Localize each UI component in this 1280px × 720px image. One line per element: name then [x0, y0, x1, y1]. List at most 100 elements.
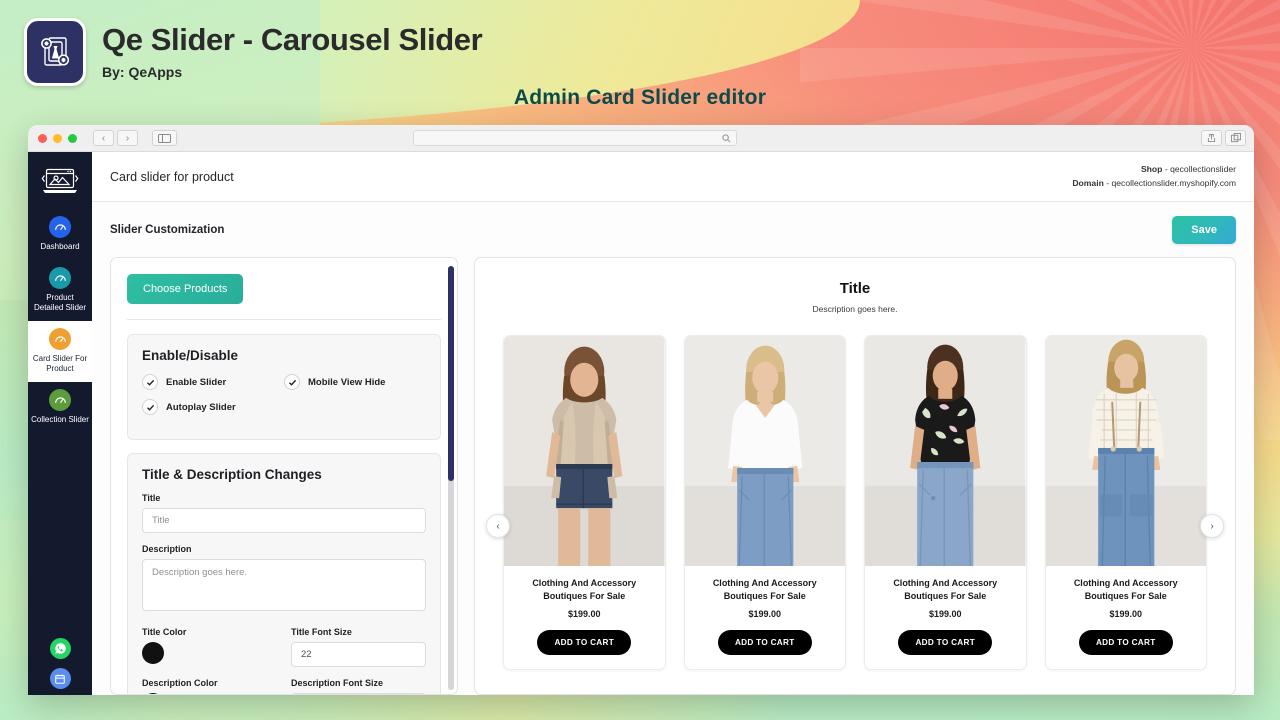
title-font-size-input[interactable]	[291, 642, 426, 667]
sidebar-item-label: Card Slider For Product	[32, 354, 88, 373]
product-price: $199.00	[748, 609, 782, 620]
sidebar-item-collection-slider[interactable]: Collection Slider	[28, 382, 92, 433]
collection-slider-icon	[49, 389, 71, 411]
workarea-header: Slider Customization Save	[110, 216, 1236, 244]
preview-title: Title	[839, 280, 871, 297]
share-icon[interactable]	[1201, 130, 1222, 146]
panes: Choose Products Enable/Disable Enable Sl…	[110, 257, 1236, 695]
description-font-size-group: Description Font Size	[291, 678, 426, 694]
product-image	[865, 336, 1026, 566]
domain-value: qecollectionslider.myshopify.com	[1111, 177, 1236, 188]
maximize-icon[interactable]	[68, 133, 77, 143]
description-color-swatch[interactable]	[142, 693, 164, 694]
description-field-group: Description	[142, 544, 426, 616]
sidebar-item-label: Product Detailed Slider	[33, 293, 87, 312]
title-color-swatch[interactable]	[142, 642, 164, 664]
minimize-icon[interactable]	[53, 133, 62, 143]
slider-settings-form: Choose Products Enable/Disable Enable Sl…	[110, 257, 458, 695]
form-divider	[127, 319, 441, 320]
tabs-icon[interactable]	[1225, 130, 1246, 146]
product-image	[684, 336, 845, 566]
domain-line: Domain - qecollectionslider.myshopify.co…	[1072, 177, 1236, 190]
domain-label: Domain	[1072, 177, 1104, 188]
app-header: Qe Slider - Carousel Slider By: QeApps	[24, 18, 483, 86]
sidebar-item-product-detailed-slider[interactable]: Product Detailed Slider	[28, 260, 92, 321]
domain-separator: -	[1106, 177, 1110, 188]
add-to-cart-button[interactable]: ADD TO CART	[1078, 630, 1173, 656]
description-font-size-input[interactable]	[291, 693, 426, 694]
browser-window: ‹ › Dashboard Product Detailed Slider Ca…	[28, 125, 1254, 695]
app-author: By: QeApps	[102, 63, 183, 80]
address-bar[interactable]	[413, 130, 737, 146]
form-scrollbar-thumb[interactable]	[448, 266, 454, 481]
checkbox-enable-slider[interactable]: Enable Slider	[142, 374, 284, 390]
calendar-support-icon[interactable]	[49, 668, 71, 689]
product-card[interactable]: Clothing And Accessory Boutiques For Sal…	[503, 335, 666, 671]
image-slider-logo-icon[interactable]	[34, 161, 86, 201]
sidebar-item-label: Dashboard	[40, 242, 80, 251]
topbar-title: Card slider for product	[110, 169, 234, 184]
app-sidebar: Dashboard Product Detailed Slider Card S…	[28, 152, 92, 695]
product-name: Clothing And Accessory Boutiques For Sal…	[712, 578, 817, 601]
title-description-section: Title & Description Changes Title Descri…	[127, 453, 441, 694]
save-button[interactable]: Save	[1172, 216, 1236, 244]
description-font-size-label: Description Font Size	[291, 678, 384, 688]
slider-preview: Title Description goes here. ‹ › Clothin…	[474, 257, 1236, 695]
add-to-cart-button[interactable]: ADD TO CART	[717, 630, 812, 656]
sidebar-toggle-icon[interactable]	[152, 130, 177, 146]
description-label: Description	[142, 544, 192, 554]
chevron-right-icon[interactable]: ›	[117, 130, 138, 146]
check-icon[interactable]	[142, 399, 158, 415]
product-name: Clothing And Accessory Boutiques For Sal…	[1073, 578, 1178, 601]
product-card[interactable]: Clothing And Accessory Boutiques For Sal…	[1044, 335, 1207, 671]
title-color-label: Title Color	[142, 627, 187, 637]
window-controls[interactable]	[36, 133, 77, 143]
product-price: $199.00	[928, 609, 962, 620]
product-card[interactable]: Clothing And Accessory Boutiques For Sal…	[683, 335, 846, 671]
chevron-left-icon[interactable]: ‹	[486, 514, 510, 538]
sidebar-item-dashboard[interactable]: Dashboard	[28, 209, 92, 260]
description-textarea[interactable]	[142, 559, 426, 611]
search-icon	[722, 133, 731, 142]
product-price: $199.00	[567, 609, 601, 620]
product-name: Clothing And Accessory Boutiques For Sal…	[893, 578, 998, 601]
dashboard-icon	[49, 216, 71, 238]
enable-disable-section: Enable/Disable Enable Slider Mobile View…	[127, 334, 441, 440]
sidebar-item-label: Collection Slider	[31, 415, 89, 424]
description-color-label: Description Color	[142, 678, 218, 688]
choose-products-button[interactable]: Choose Products	[127, 274, 244, 304]
carousel-track: Clothing And Accessory Boutiques For Sal…	[475, 314, 1235, 671]
checkbox-mobile-view-hide[interactable]: Mobile View Hide	[284, 374, 426, 390]
check-icon[interactable]	[284, 374, 300, 390]
card-slider-icon	[49, 328, 71, 350]
check-icon[interactable]	[142, 374, 158, 390]
shop-label: Shop	[1140, 164, 1163, 175]
form-scrollbar[interactable]	[448, 266, 454, 690]
app-content: Card slider for product Shop - qecollect…	[92, 152, 1254, 695]
product-price: $199.00	[1109, 609, 1143, 620]
sidebar-item-card-slider-for-product[interactable]: Card Slider For Product	[28, 321, 92, 382]
page-title: Qe Slider - Carousel Slider	[102, 22, 483, 57]
title-label: Title	[142, 493, 161, 503]
product-card[interactable]: Clothing And Accessory Boutiques For Sal…	[864, 335, 1027, 671]
add-to-cart-button[interactable]: ADD TO CART	[898, 630, 993, 656]
whatsapp-icon[interactable]	[49, 638, 71, 659]
dress-frames-icon	[24, 18, 86, 86]
shop-info: Shop - qecollectionslider Domain - qecol…	[1072, 163, 1236, 190]
section-heading: Title & Description Changes	[142, 467, 322, 482]
preview-description: Description goes here.	[812, 304, 898, 314]
shop-line: Shop - qecollectionslider	[1072, 163, 1236, 176]
add-to-cart-button[interactable]: ADD TO CART	[537, 630, 632, 656]
browser-chrome: ‹ ›	[28, 125, 1254, 152]
close-icon[interactable]	[38, 133, 47, 143]
checkbox-autoplay-slider[interactable]: Autoplay Slider	[142, 399, 284, 415]
workarea: Slider Customization Save Choose Product…	[92, 202, 1254, 695]
product-slider-icon	[49, 267, 71, 289]
product-name: Clothing And Accessory Boutiques For Sal…	[532, 578, 637, 601]
description-color-group: Description Color	[142, 678, 277, 694]
checkbox-label: Autoplay Slider	[166, 401, 236, 413]
chevron-left-icon[interactable]: ‹	[93, 130, 114, 146]
title-input[interactable]	[142, 508, 426, 533]
chevron-right-icon[interactable]: ›	[1200, 514, 1224, 538]
form-scroll-region[interactable]: Choose Products Enable/Disable Enable Sl…	[111, 258, 457, 694]
